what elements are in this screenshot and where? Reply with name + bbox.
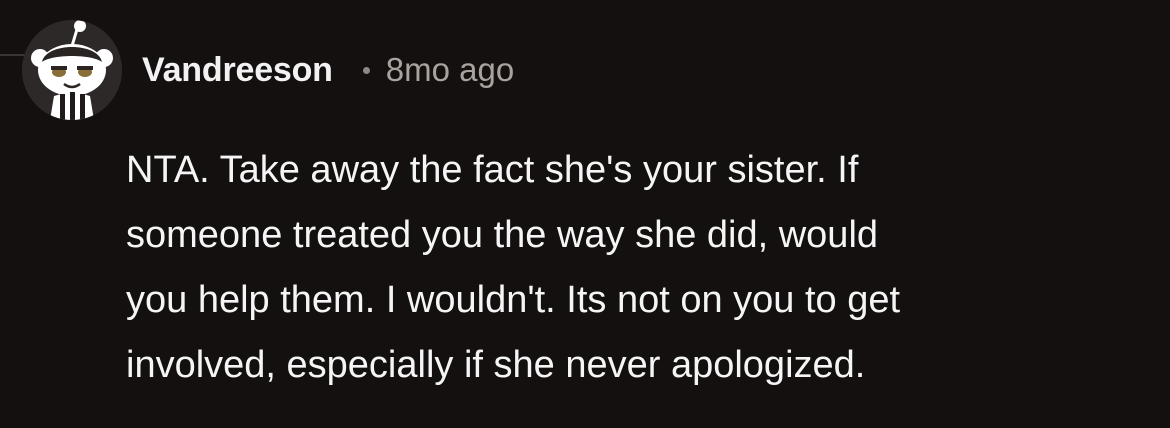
comment-body-line: someone treated you the way she did, wou… xyxy=(126,214,879,256)
timestamp[interactable]: 8mo ago xyxy=(386,51,514,89)
comment-body: NTA. Take away the fact she's your siste… xyxy=(126,138,1156,398)
comment-body-line: involved, especially if she never apolog… xyxy=(126,344,866,386)
comment-body-line: NTA. Take away the fact she's your siste… xyxy=(126,149,859,191)
username[interactable]: Vandreeson xyxy=(142,51,333,90)
separator-dot xyxy=(362,66,370,74)
comment: Vandreeson 8mo ago NTA. Take away the fa… xyxy=(0,0,1170,428)
comment-body-line: you help them. I wouldn't. Its not on yo… xyxy=(126,279,901,321)
comment-header: Vandreeson 8mo ago xyxy=(142,48,514,92)
avatar[interactable] xyxy=(22,20,122,120)
reddit-snoo-avatar-icon xyxy=(22,20,122,120)
